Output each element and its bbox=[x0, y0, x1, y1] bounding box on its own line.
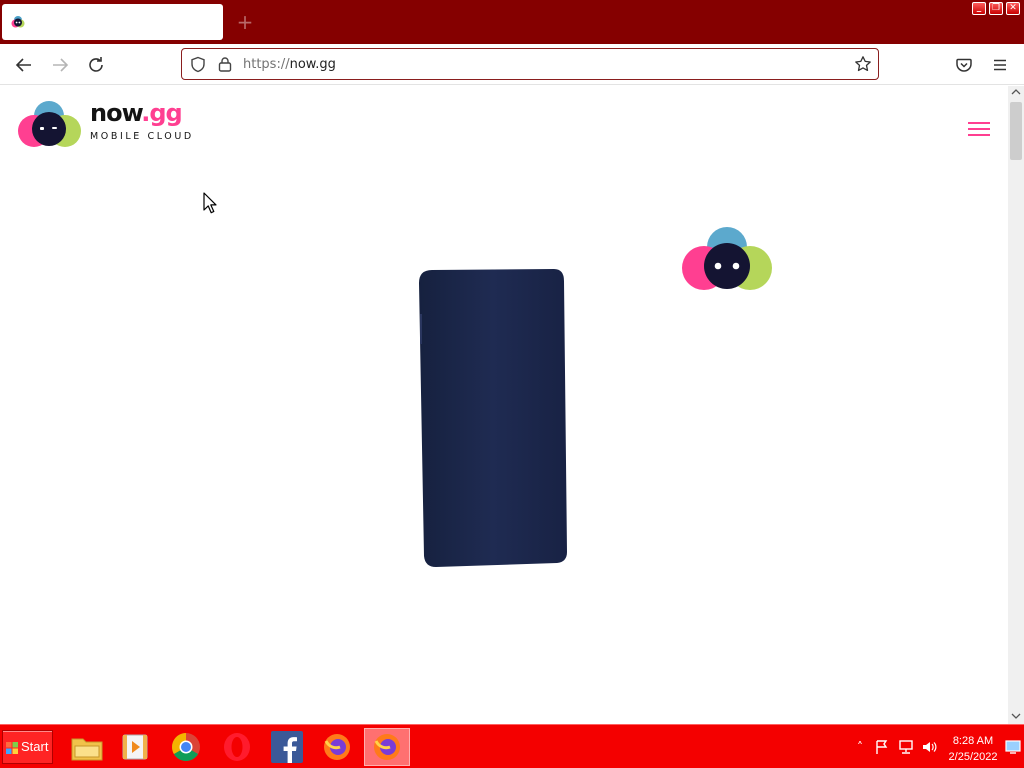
taskbar-firefox-active[interactable] bbox=[364, 728, 410, 766]
nowgg-mascot-icon bbox=[682, 227, 772, 290]
taskbar-file-explorer[interactable] bbox=[64, 728, 110, 766]
reload-icon[interactable] bbox=[84, 53, 108, 77]
facebook-icon bbox=[271, 731, 303, 763]
nowgg-logo-icon bbox=[18, 101, 81, 147]
pocket-icon[interactable] bbox=[955, 56, 973, 74]
lock-icon[interactable] bbox=[218, 56, 232, 72]
shield-icon[interactable] bbox=[190, 56, 206, 73]
volume-icon[interactable] bbox=[921, 739, 937, 755]
minimize-button[interactable]: _ bbox=[972, 2, 986, 15]
clock-time: 8:28 AM bbox=[952, 735, 994, 747]
taskbar-chrome[interactable] bbox=[163, 728, 209, 766]
scroll-up-arrow-icon[interactable] bbox=[1011, 88, 1021, 96]
url-scheme: https:// bbox=[243, 57, 290, 72]
action-center-flag-icon[interactable] bbox=[874, 739, 890, 755]
start-label: Start bbox=[21, 739, 49, 754]
back-arrow-icon[interactable] bbox=[12, 53, 36, 77]
opera-icon bbox=[224, 733, 250, 761]
scrollbar-thumb[interactable] bbox=[1010, 102, 1022, 160]
site-menu-button[interactable] bbox=[968, 120, 990, 138]
firefox-icon bbox=[324, 734, 350, 760]
browser-titlebar: + _ ❐ ✕ bbox=[0, 0, 1024, 44]
chrome-icon bbox=[172, 733, 200, 761]
scroll-down-arrow-icon[interactable] bbox=[1011, 712, 1021, 720]
logo-suffix: .gg bbox=[141, 99, 182, 127]
forward-arrow-icon[interactable] bbox=[48, 53, 72, 77]
taskbar-opera[interactable] bbox=[214, 728, 260, 766]
app-menu-icon[interactable] bbox=[991, 56, 1009, 74]
restore-button[interactable]: ❐ bbox=[989, 2, 1003, 15]
page-content: now.gg MOBILE CLOUD bbox=[0, 86, 1008, 724]
new-tab-button[interactable]: + bbox=[234, 11, 256, 33]
network-icon[interactable] bbox=[898, 739, 914, 755]
nowgg-logo[interactable]: now.gg MOBILE CLOUD bbox=[0, 86, 210, 156]
firefox-icon bbox=[374, 734, 400, 760]
system-clock[interactable]: 8:28 AM 2/25/2022 bbox=[940, 733, 1006, 765]
windows-logo-icon bbox=[6, 742, 18, 754]
close-window-button[interactable]: ✕ bbox=[1006, 2, 1020, 15]
show-hidden-icons-icon[interactable]: ˄ bbox=[852, 739, 868, 755]
media-player-icon bbox=[122, 734, 148, 760]
taskbar: Start ˄ 8:28 AM 2/25/2022 bbox=[0, 724, 1024, 768]
logo-wordmark: now.gg bbox=[90, 99, 183, 127]
url-host: now.gg bbox=[289, 57, 336, 72]
clock-date: 2/25/2022 bbox=[948, 751, 998, 763]
nowgg-favicon-icon bbox=[11, 16, 25, 28]
logo-tagline: MOBILE CLOUD bbox=[90, 131, 194, 142]
show-desktop-icon[interactable] bbox=[1005, 739, 1021, 755]
taskbar-facebook[interactable] bbox=[264, 728, 310, 766]
logo-word: now bbox=[90, 99, 142, 127]
taskbar-firefox[interactable] bbox=[314, 728, 360, 766]
start-button[interactable]: Start bbox=[2, 730, 53, 764]
browser-tab[interactable] bbox=[2, 4, 223, 40]
browser-toolbar: https://now.gg bbox=[0, 44, 1024, 85]
url-text[interactable]: https://now.gg bbox=[243, 57, 336, 72]
vertical-scrollbar[interactable] bbox=[1008, 86, 1024, 724]
mouse-cursor-icon bbox=[203, 192, 217, 214]
folder-icon bbox=[71, 738, 103, 761]
address-bar[interactable]: https://now.gg bbox=[181, 48, 879, 80]
bookmark-star-icon[interactable] bbox=[854, 55, 872, 73]
taskbar-media-player[interactable] bbox=[112, 728, 158, 766]
phone-graphic bbox=[419, 269, 567, 567]
